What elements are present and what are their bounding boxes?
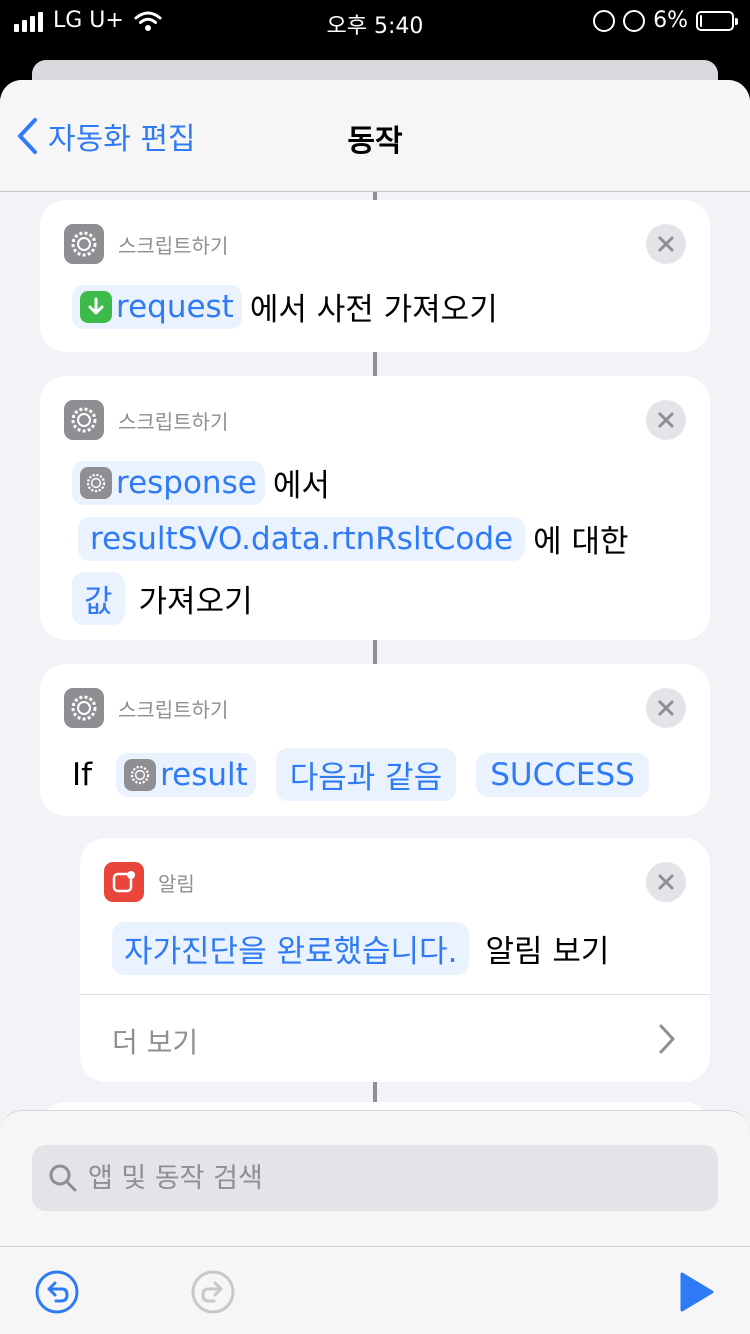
gear-icon (80, 466, 112, 499)
action-body-line-2: resultSVO.data.rtnRsltCode 에 대한 (78, 516, 639, 561)
variable-label: response (116, 464, 257, 501)
action-text: 에 대한 (533, 524, 629, 560)
action-header: 알림 (104, 862, 195, 902)
bottom-panel (0, 1110, 750, 1334)
remove-action-button[interactable] (646, 862, 686, 902)
gear-icon (64, 400, 104, 440)
action-text: 알림 보기 (485, 934, 610, 970)
timeline-connector (373, 352, 377, 376)
undo-icon (35, 1270, 79, 1314)
play-icon (680, 1272, 714, 1312)
action-app-label: 알림 (158, 871, 195, 896)
chevron-right-icon (659, 1024, 675, 1054)
redo-icon (191, 1270, 235, 1314)
nav-bar: 자동화 편집 동작 (0, 80, 750, 192)
type-chip[interactable]: 값 (72, 572, 125, 625)
action-card-get-dictionary[interactable]: 스크립트하기 request 에서 사전 가져오기 (40, 200, 710, 352)
remove-action-button[interactable] (646, 688, 686, 728)
action-card-notification[interactable]: 알림 자가진단을 완료했습니다. 알림 보기 더 보기 (80, 838, 710, 1082)
variable-chip-response[interactable]: response (72, 460, 265, 505)
value-chip[interactable]: SUCCESS (476, 752, 649, 797)
search-bar[interactable] (32, 1145, 718, 1211)
timeline-connector (373, 640, 377, 664)
action-header: 스크립트하기 (64, 400, 228, 440)
action-app-label: 스크립트하기 (118, 233, 229, 258)
if-label: If (72, 756, 93, 793)
action-text: 에서 사전 가져오기 (249, 292, 498, 328)
action-header: 스크립트하기 (64, 224, 228, 264)
search-input[interactable] (88, 1145, 688, 1211)
close-icon (658, 874, 674, 890)
show-more-label: 더 보기 (112, 1026, 199, 1059)
battery-fill (700, 14, 702, 27)
battery-percent: 6% (653, 8, 688, 33)
close-icon (658, 700, 674, 716)
editor-toolbar (0, 1246, 750, 1334)
show-more-row[interactable]: 더 보기 (80, 994, 710, 1082)
variable-label: request (116, 288, 234, 325)
close-icon (658, 412, 674, 428)
redo-button[interactable] (190, 1269, 236, 1319)
variable-chip-result[interactable]: result (116, 752, 256, 797)
action-app-label: 스크립트하기 (118, 409, 229, 434)
message-chip[interactable]: 자가진단을 완료했습니다. (112, 922, 470, 975)
action-body: If result 다음과 같음 SUCCESS (72, 748, 657, 801)
download-icon (80, 290, 112, 323)
variable-label: result (160, 756, 248, 793)
gear-icon (124, 758, 157, 791)
action-card-get-value[interactable]: 스크립트하기 response 에서 resultSVO.data.rtnRsl… (40, 376, 710, 640)
action-text: 에서 (272, 468, 330, 504)
action-body: 자가진단을 완료했습니다. 알림 보기 (112, 922, 619, 975)
action-body-line-1: response 에서 (72, 460, 340, 505)
page-title: 동작 (347, 124, 403, 159)
action-body: request 에서 사전 가져오기 (72, 284, 508, 329)
variable-chip-request[interactable]: request (72, 284, 242, 329)
action-body-line-3: 값 가져오기 (72, 572, 263, 625)
undo-button[interactable] (34, 1269, 80, 1319)
rotation-lock-icon (593, 9, 616, 32)
status-right: 6% (593, 8, 738, 33)
key-chip[interactable]: resultSVO.data.rtnRsltCode (78, 516, 526, 561)
action-header: 스크립트하기 (64, 688, 228, 728)
gear-icon (64, 224, 104, 264)
status-bar: LG U+ 오후 5:40 6% (0, 0, 750, 44)
notification-icon (104, 862, 144, 902)
close-icon (658, 236, 674, 252)
run-button[interactable] (676, 1269, 716, 1319)
timeline-connector (373, 192, 377, 200)
condition-chip[interactable]: 다음과 같음 (275, 748, 457, 801)
action-app-label: 스크립트하기 (118, 697, 229, 722)
search-icon (49, 1164, 77, 1192)
remove-action-button[interactable] (646, 400, 686, 440)
battery-icon (696, 10, 738, 31)
action-text: 가져오기 (138, 584, 253, 620)
remove-action-button[interactable] (646, 224, 686, 264)
alarm-icon (623, 9, 646, 32)
gear-icon (64, 688, 104, 728)
action-card-if[interactable]: 스크립트하기 If result 다음과 같음 SUCCESS (40, 664, 710, 816)
